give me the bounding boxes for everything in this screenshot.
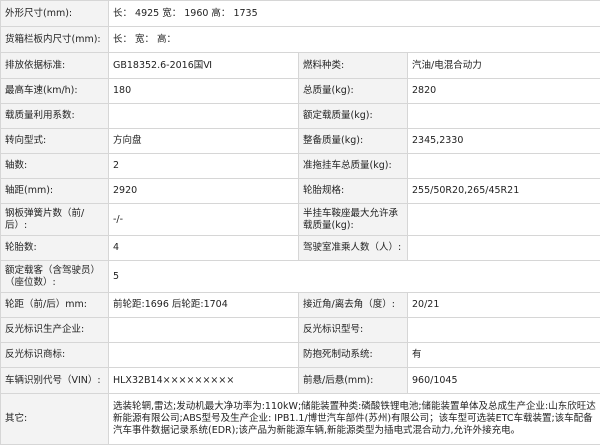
field-label-track-width: 轮距（前/后）mm: [1, 293, 109, 318]
field-label-saddle-load: 半挂车鞍座最大允许承载质量(kg): [299, 204, 408, 236]
field-value-tire-spec: 255/50R20,265/45R21 [408, 179, 600, 204]
table-row: 排放依据标准: GB18352.6-2016国Ⅵ 燃料种类: 汽油/电混合动力 [1, 53, 600, 79]
field-value-wheelbase: 2920 [109, 179, 299, 204]
field-label-steering: 转向型式: [1, 129, 109, 154]
field-label-wheelbase: 轴距(mm): [1, 179, 109, 204]
table-row: 其它: 选装轮辋,雷达;发动机最大净功率为:110kW;储能装置种类:磷酸铁锂电… [1, 394, 600, 445]
field-label-leaf-springs: 钢板弹簧片数（前/后）: [1, 204, 109, 236]
vehicle-spec-table: 外形尺寸(mm): 长： 4925 宽： 1960 高： 1735 货箱栏板内尺… [0, 0, 600, 445]
field-value-load-factor [109, 104, 299, 129]
field-value-cargo-box: 长： 宽： 高： [109, 27, 600, 53]
field-label-abs: 防抱死制动系统: [299, 343, 408, 368]
table-row: 外形尺寸(mm): 长： 4925 宽： 1960 高： 1735 [1, 1, 600, 27]
field-value-saddle-load [408, 204, 600, 236]
field-label-reflector-model: 反光标识型号: [299, 318, 408, 343]
field-value-abs: 有 [408, 343, 600, 368]
field-label-top-speed: 最高车速(km/h): [1, 79, 109, 104]
field-value-gross-mass: 2820 [408, 79, 600, 104]
field-label-tire-spec: 轮胎规格: [299, 179, 408, 204]
field-label-gross-mass: 总质量(kg): [299, 79, 408, 104]
field-label-other: 其它: [1, 394, 109, 445]
field-label-reflector-maker: 反光标识生产企业: [1, 318, 109, 343]
field-label-cab-capacity: 驾驶室准乘人数（人）: [299, 236, 408, 261]
table-row: 轮胎数: 4 驾驶室准乘人数（人）: [1, 236, 600, 261]
field-value-top-speed: 180 [109, 79, 299, 104]
table-row: 反光标识生产企业: 反光标识型号: [1, 318, 600, 343]
field-label-reflector-brand: 反光标识商标: [1, 343, 109, 368]
table-row: 载质量利用系数: 额定载质量(kg): [1, 104, 600, 129]
field-value-reflector-model [408, 318, 600, 343]
field-value-rated-passengers: 5 [109, 261, 600, 293]
field-label-cargo-box: 货箱栏板内尺寸(mm): [1, 27, 109, 53]
field-value-leaf-springs: -/- [109, 204, 299, 236]
field-value-curb-weight: 2345,2330 [408, 129, 600, 154]
field-value-approach-departure: 20/21 [408, 293, 600, 318]
field-value-cab-capacity [408, 236, 600, 261]
field-label-fuel-type: 燃料种类: [299, 53, 408, 79]
table-row: 转向型式: 方向盘 整备质量(kg): 2345,2330 [1, 129, 600, 154]
field-label-rated-passengers: 额定载客（含驾驶员）（座位数）: [1, 261, 109, 293]
field-label-tire-count: 轮胎数: [1, 236, 109, 261]
field-label-axles: 轴数: [1, 154, 109, 179]
field-value-dimensions: 长： 4925 宽： 1960 高： 1735 [109, 1, 600, 27]
table-row: 最高车速(km/h): 180 总质量(kg): 2820 [1, 79, 600, 104]
field-value-overhang: 960/1045 [408, 368, 600, 394]
table-row: 轮距（前/后）mm: 前轮距:1696 后轮距:1704 接近角/离去角（度）:… [1, 293, 600, 318]
field-value-vin: HLX32B14××××××××× [109, 368, 299, 394]
table-row: 轴数: 2 准拖挂车总质量(kg): [1, 154, 600, 179]
field-label-load-factor: 载质量利用系数: [1, 104, 109, 129]
field-label-rated-load: 额定载质量(kg): [299, 104, 408, 129]
field-label-curb-weight: 整备质量(kg): [299, 129, 408, 154]
table-row: 车辆识别代号（VIN）: HLX32B14××××××××× 前悬/后悬(mm)… [1, 368, 600, 394]
field-value-trailer-mass [408, 154, 600, 179]
field-value-axles: 2 [109, 154, 299, 179]
field-label-overhang: 前悬/后悬(mm): [299, 368, 408, 394]
field-label-trailer-mass: 准拖挂车总质量(kg): [299, 154, 408, 179]
field-label-dimensions: 外形尺寸(mm): [1, 1, 109, 27]
field-value-reflector-maker [109, 318, 299, 343]
field-value-reflector-brand [109, 343, 299, 368]
field-label-emission-standard: 排放依据标准: [1, 53, 109, 79]
field-value-other: 选装轮辋,雷达;发动机最大净功率为:110kW;储能装置种类:磷酸铁锂电池;储能… [109, 394, 600, 445]
field-label-vin: 车辆识别代号（VIN）: [1, 368, 109, 394]
table-row: 额定载客（含驾驶员）（座位数）: 5 [1, 261, 600, 293]
table-row: 轴距(mm): 2920 轮胎规格: 255/50R20,265/45R21 [1, 179, 600, 204]
table-row: 钢板弹簧片数（前/后）: -/- 半挂车鞍座最大允许承载质量(kg): [1, 204, 600, 236]
field-value-steering: 方向盘 [109, 129, 299, 154]
field-value-tire-count: 4 [109, 236, 299, 261]
field-value-track-width: 前轮距:1696 后轮距:1704 [109, 293, 299, 318]
field-value-emission-standard: GB18352.6-2016国Ⅵ [109, 53, 299, 79]
field-value-rated-load [408, 104, 600, 129]
table-row: 货箱栏板内尺寸(mm): 长： 宽： 高： [1, 27, 600, 53]
field-label-approach-departure: 接近角/离去角（度）: [299, 293, 408, 318]
field-value-fuel-type: 汽油/电混合动力 [408, 53, 600, 79]
table-row: 反光标识商标: 防抱死制动系统: 有 [1, 343, 600, 368]
